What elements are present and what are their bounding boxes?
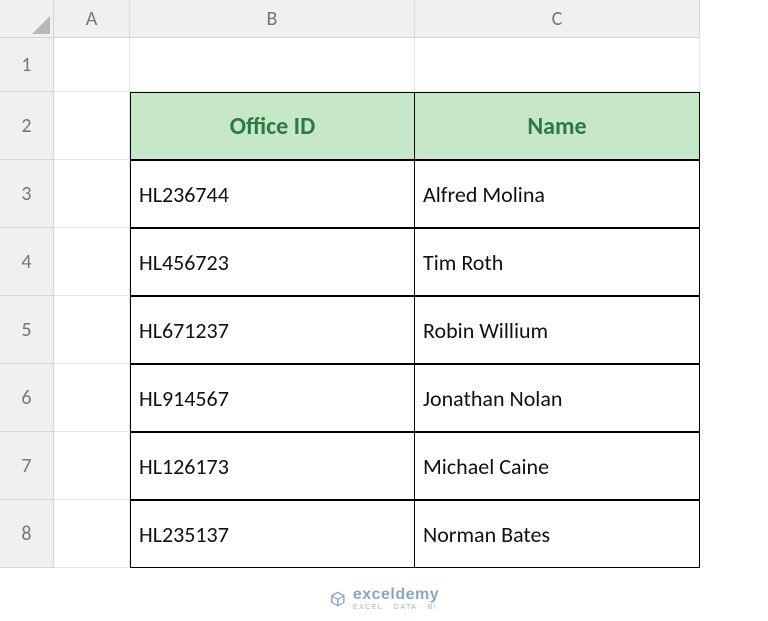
row-header-7[interactable]: 7	[0, 432, 54, 500]
row-header-4[interactable]: 4	[0, 228, 54, 296]
column-header-B[interactable]: B	[130, 0, 415, 38]
row-header-1[interactable]: 1	[0, 38, 54, 92]
table-row[interactable]: Michael Caine	[415, 432, 700, 500]
cell-A3[interactable]	[54, 160, 130, 228]
table-row[interactable]: Alfred Molina	[415, 160, 700, 228]
cell-C1[interactable]	[415, 38, 700, 92]
cell-A8[interactable]	[54, 500, 130, 568]
row-header-2[interactable]: 2	[0, 92, 54, 160]
table-header-name[interactable]: Name	[415, 92, 700, 160]
watermark-text: exceldemy EXCEL · DATA · BI	[353, 586, 439, 611]
row-header-8[interactable]: 8	[0, 500, 54, 568]
cell-A1[interactable]	[54, 38, 130, 92]
table-row[interactable]: HL236744	[130, 160, 415, 228]
row-header-3[interactable]: 3	[0, 160, 54, 228]
select-all-corner[interactable]	[0, 0, 54, 38]
table-row[interactable]: Jonathan Nolan	[415, 364, 700, 432]
column-header-C[interactable]: C	[415, 0, 700, 38]
row-header-5[interactable]: 5	[0, 296, 54, 364]
cell-A4[interactable]	[54, 228, 130, 296]
row-header-6[interactable]: 6	[0, 364, 54, 432]
table-row[interactable]: HL456723	[130, 228, 415, 296]
watermark-tagline: EXCEL · DATA · BI	[353, 604, 439, 611]
table-row[interactable]: HL671237	[130, 296, 415, 364]
spreadsheet-grid[interactable]: A B C 1 2 Office ID Name 3 HL236744 Alfr…	[0, 0, 768, 568]
table-row[interactable]: Robin Willium	[415, 296, 700, 364]
watermark: exceldemy EXCEL · DATA · BI	[329, 586, 439, 611]
watermark-brand: exceldemy	[353, 586, 439, 603]
cube-icon	[329, 590, 347, 608]
table-row[interactable]: HL126173	[130, 432, 415, 500]
table-row[interactable]: HL914567	[130, 364, 415, 432]
table-row[interactable]: Tim Roth	[415, 228, 700, 296]
cell-A2[interactable]	[54, 92, 130, 160]
column-header-A[interactable]: A	[54, 0, 130, 38]
table-header-office-id[interactable]: Office ID	[130, 92, 415, 160]
cell-A6[interactable]	[54, 364, 130, 432]
cell-A7[interactable]	[54, 432, 130, 500]
cell-B1[interactable]	[130, 38, 415, 92]
cell-A5[interactable]	[54, 296, 130, 364]
table-row[interactable]: Norman Bates	[415, 500, 700, 568]
table-row[interactable]: HL235137	[130, 500, 415, 568]
